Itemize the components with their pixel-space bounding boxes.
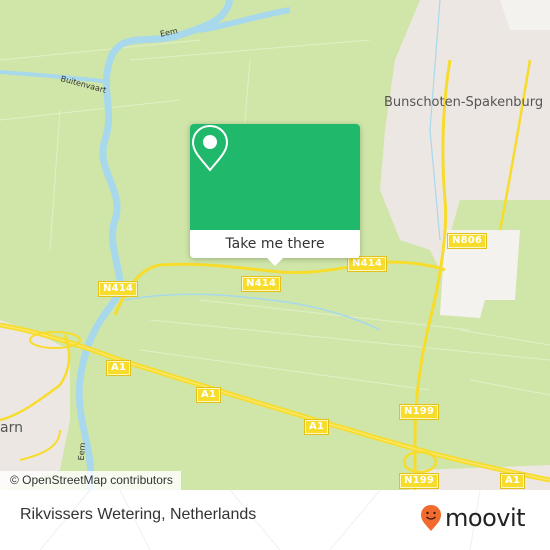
location-title: Rikvissers Wetering, Netherlands: [20, 506, 257, 523]
road-shield-a1-left: A1: [107, 361, 131, 375]
road-shield-a1-right: A1: [501, 474, 525, 488]
urban-area-bunschoten: [380, 0, 550, 270]
interchange-a1-n199: [402, 450, 438, 474]
popup-header: [190, 124, 360, 230]
moovit-wordmark: moovit: [445, 504, 526, 532]
road-shield-n414-right: N414: [348, 257, 387, 271]
road-shield-n806: N806: [448, 234, 487, 248]
road-shield-n199-bottom: N199: [400, 474, 439, 488]
moovit-smiley-pin-icon: [421, 505, 441, 531]
road-shield-a1-center: A1: [305, 420, 329, 434]
road-shield-n414-left: N414: [99, 282, 138, 296]
moovit-logo[interactable]: moovit: [420, 503, 526, 533]
map-view[interactable]: Bunschoten-Spakenburg arn Eem Buitenvaar…: [0, 0, 550, 490]
map-attribution[interactable]: © OpenStreetMap contributors: [0, 471, 181, 490]
place-label-bunschoten: Bunschoten-Spakenburg: [384, 95, 544, 110]
road-shield-a1-mid: A1: [197, 388, 221, 402]
take-me-there-button[interactable]: Take me there: [190, 230, 360, 258]
destination-popup[interactable]: Take me there: [190, 124, 360, 266]
location-pin-icon: [191, 124, 229, 172]
footer-bar: Rikvissers Wetering, Netherlands moovit: [0, 490, 550, 550]
road-shield-n414-center: N414: [242, 277, 281, 291]
canal-mid: [124, 293, 381, 331]
canal-buitenvaart: [0, 70, 111, 84]
popup-pointer: [267, 258, 283, 266]
place-label-amersfoort: arn: [0, 420, 23, 436]
water-label-eem-south: Eem: [76, 442, 88, 461]
road-shield-n199-top: N199: [400, 405, 439, 419]
